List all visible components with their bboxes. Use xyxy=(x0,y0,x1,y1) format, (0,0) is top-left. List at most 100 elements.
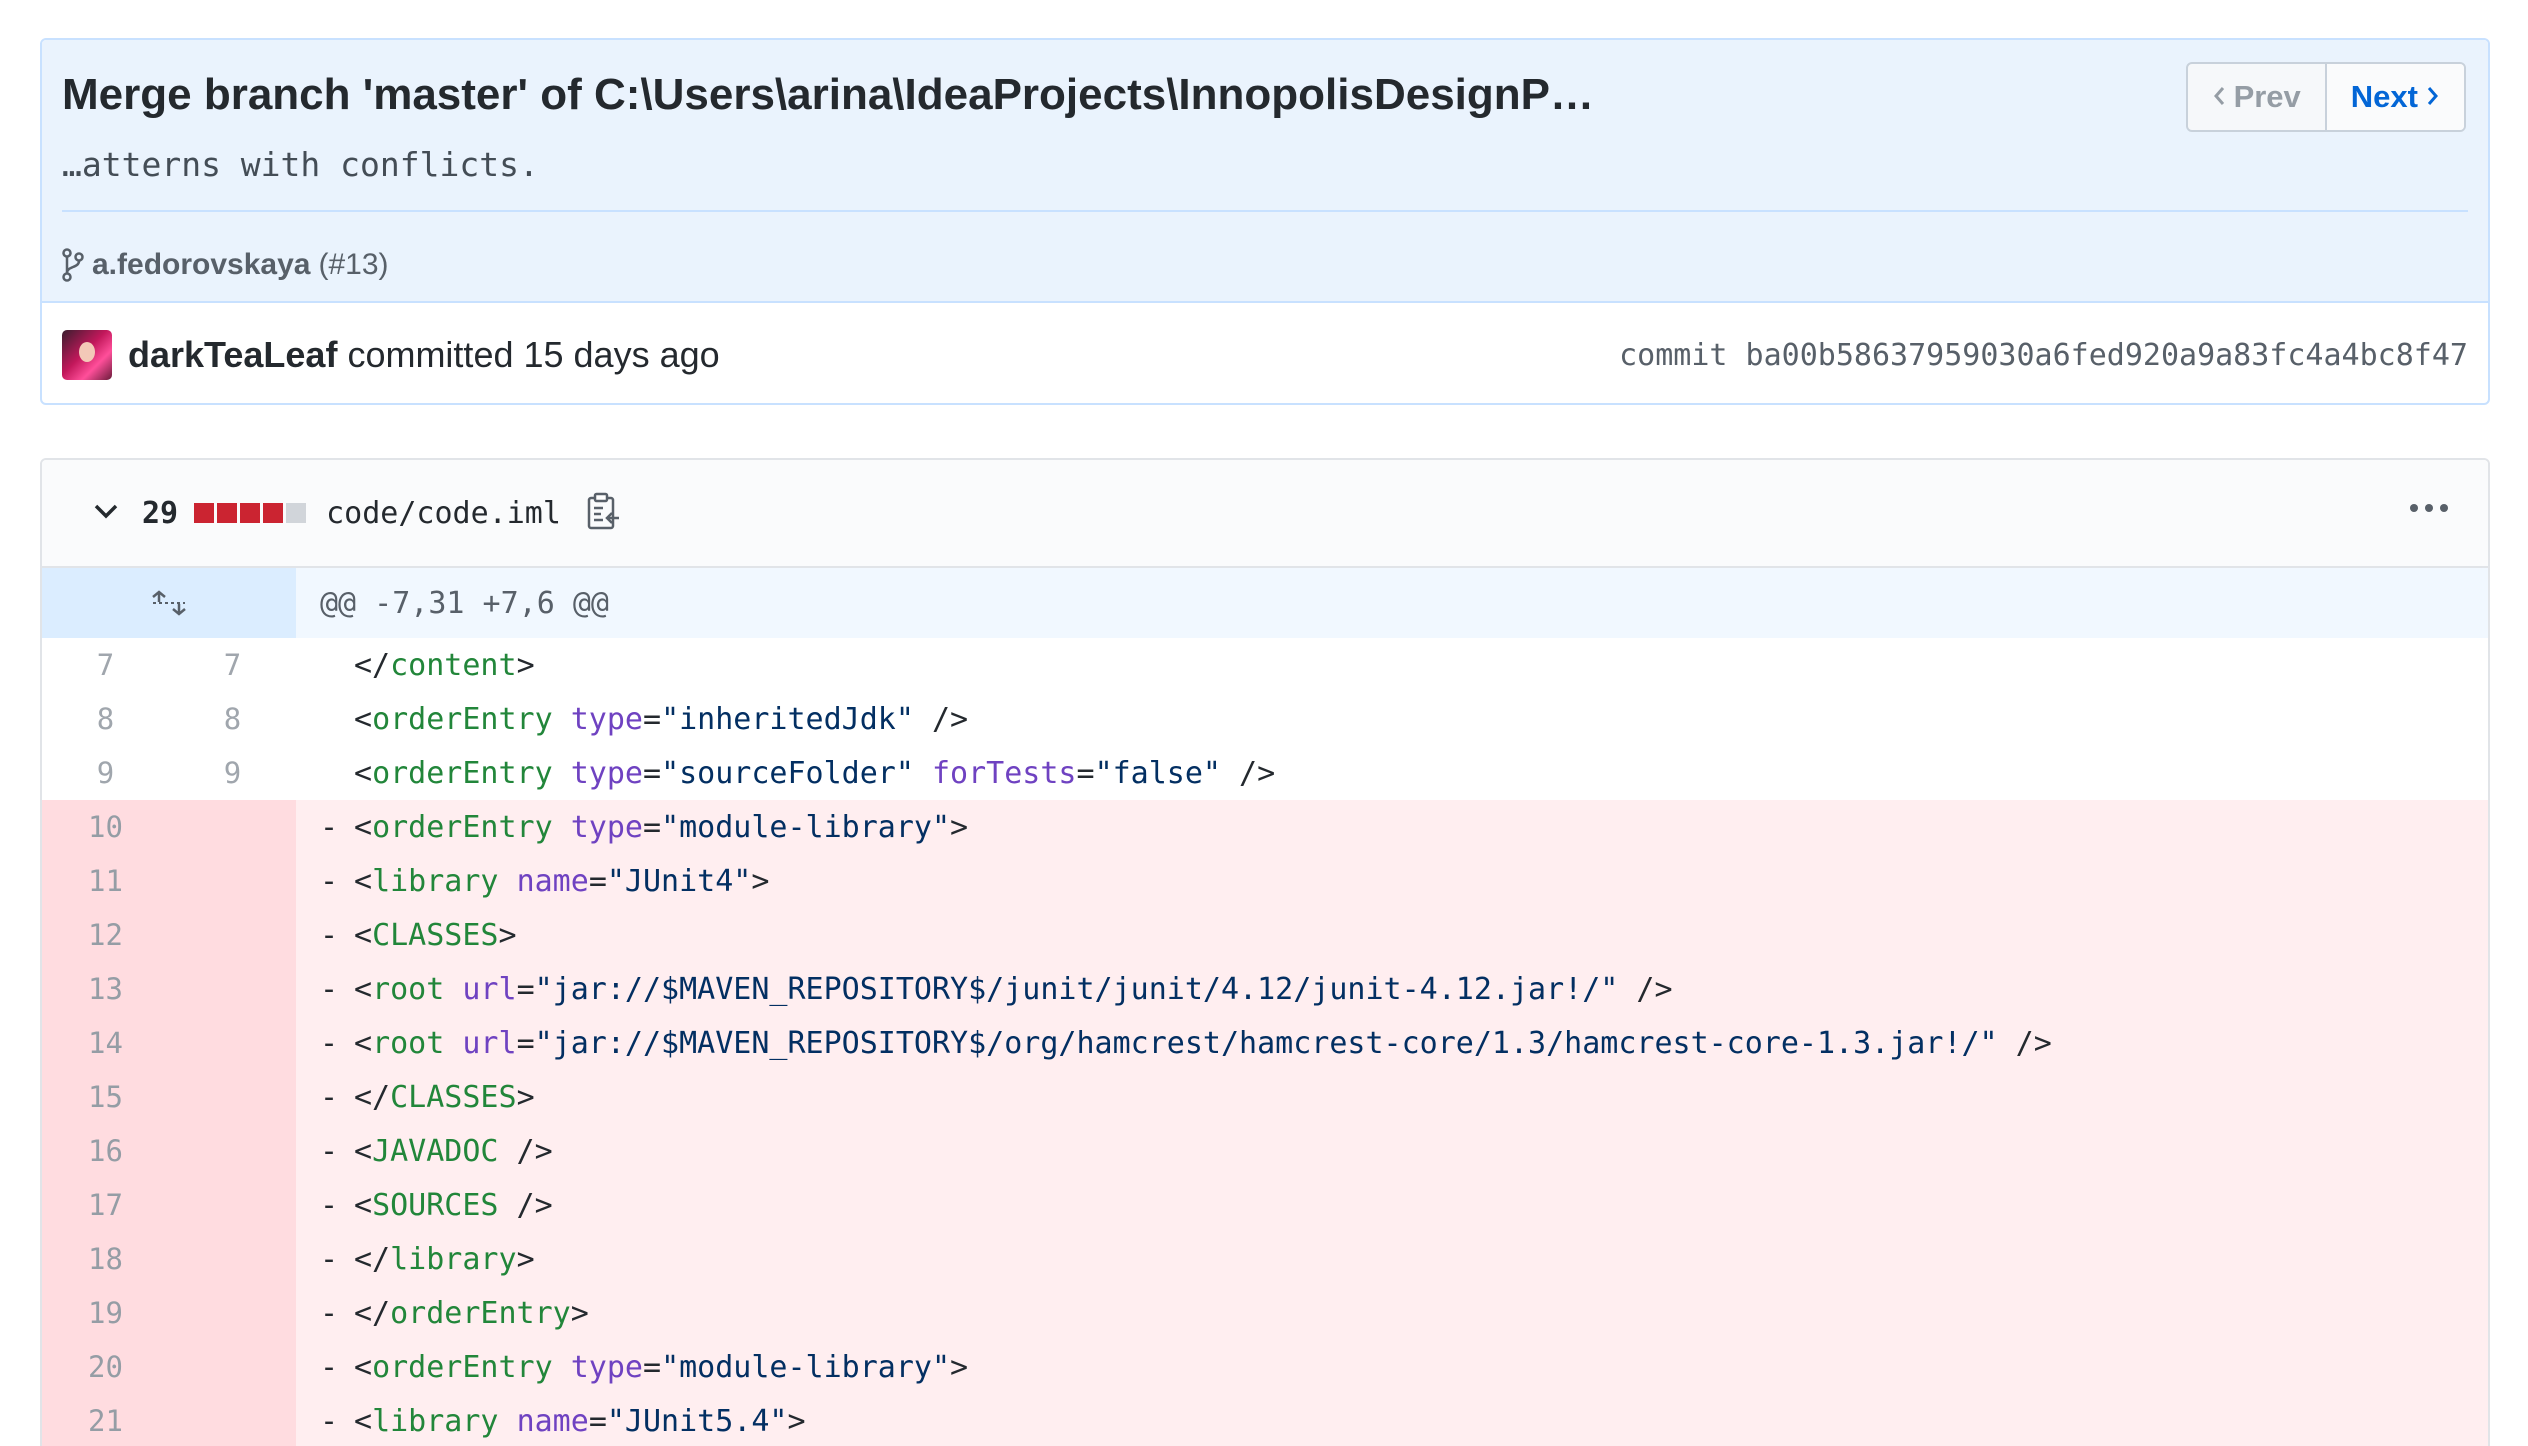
old-line-number[interactable]: 21 xyxy=(42,1394,169,1446)
xml-punctuation: < xyxy=(354,701,373,737)
pull-request-link[interactable]: (#13) xyxy=(318,248,388,282)
old-line-number[interactable]: 7 xyxy=(42,638,169,692)
diff-marker: - xyxy=(320,809,339,845)
old-line-number[interactable]: 18 xyxy=(42,1232,169,1286)
new-line-number[interactable]: 8 xyxy=(169,692,296,746)
committed-time: committed 15 days ago xyxy=(347,334,720,375)
xml-punctuation: < xyxy=(354,971,373,1007)
commit-meta: darkTeaLeaf committed 15 days ago commit… xyxy=(42,305,2488,403)
new-line-number[interactable] xyxy=(169,854,296,908)
branch-link[interactable]: a.fedorovskaya xyxy=(92,248,310,282)
code-line: - </library > xyxy=(296,1232,535,1286)
xml-tag: library xyxy=(390,1241,517,1277)
new-line-number[interactable] xyxy=(169,1286,296,1340)
xml-punctuation: = xyxy=(516,1025,535,1061)
xml-attribute: name xyxy=(516,863,589,899)
code-line: - < CLASSES > xyxy=(296,908,517,962)
new-line-number[interactable] xyxy=(169,1124,296,1178)
clipboard-icon[interactable] xyxy=(585,491,623,536)
xml-string: "false" xyxy=(1094,755,1221,791)
code-line: - < orderEntry type = "module-library" > xyxy=(296,1340,968,1394)
xml-punctuation: < xyxy=(354,809,373,845)
xml-tag: JAVADOC xyxy=(372,1133,499,1169)
divider xyxy=(62,210,2468,212)
next-button[interactable]: Next xyxy=(2326,64,2464,130)
xml-string: "JUnit5.4" xyxy=(606,1403,788,1439)
xml-punctuation: < xyxy=(354,1403,373,1439)
xml-tag: orderEntry xyxy=(372,755,553,791)
author-link[interactable]: darkTeaLeaf xyxy=(128,334,337,376)
diff-marker xyxy=(320,648,354,683)
xml-string: "JUnit4" xyxy=(606,863,752,899)
prev-button[interactable]: Prev xyxy=(2188,64,2327,130)
chevron-down-icon[interactable] xyxy=(90,495,142,532)
expand-icon[interactable] xyxy=(42,568,296,638)
xml-attribute: type xyxy=(570,701,643,737)
old-line-number[interactable]: 15 xyxy=(42,1070,169,1124)
old-line-number[interactable]: 8 xyxy=(42,692,169,746)
commit-pager: Prev Next xyxy=(2185,62,2466,132)
commit-sha: commit ba00b58637959030a6fed920a9a83fc4a… xyxy=(1619,337,2468,373)
xml-tag: orderEntry xyxy=(372,1349,553,1385)
old-line-number[interactable]: 17 xyxy=(42,1178,169,1232)
commit-header-box: Merge branch 'master' of C:\Users\arina\… xyxy=(40,38,2490,405)
xml-punctuation xyxy=(914,756,932,791)
xml-punctuation: = xyxy=(643,701,662,737)
xml-punctuation xyxy=(499,1404,517,1439)
commit-title: Merge branch 'master' of C:\Users\arina\… xyxy=(62,70,1595,119)
xml-attribute: url xyxy=(462,1025,517,1061)
xml-punctuation: = xyxy=(1076,755,1095,791)
new-line-number[interactable]: 7 xyxy=(169,638,296,692)
new-line-number[interactable] xyxy=(169,908,296,962)
commit-title-area: Merge branch 'master' of C:\Users\arina\… xyxy=(42,40,2488,303)
old-line-number[interactable]: 20 xyxy=(42,1340,169,1394)
xml-attribute: url xyxy=(462,971,517,1007)
xml-punctuation: < xyxy=(354,1133,373,1169)
diff-marker: - xyxy=(320,1025,339,1061)
new-line-number[interactable] xyxy=(169,800,296,854)
old-line-number[interactable]: 16 xyxy=(42,1124,169,1178)
diffstat-deletion-block xyxy=(217,503,238,523)
new-line-number[interactable] xyxy=(169,962,296,1016)
new-line-number[interactable]: 9 xyxy=(169,746,296,800)
code-line: - < orderEntry type = "module-library" > xyxy=(296,800,968,854)
old-line-number[interactable]: 11 xyxy=(42,854,169,908)
xml-punctuation: = xyxy=(588,863,607,899)
xml-attribute: name xyxy=(516,1403,589,1439)
code-line: < orderEntry type = "inheritedJdk" /> xyxy=(296,692,968,746)
prev-label: Prev xyxy=(2233,79,2301,114)
file-path[interactable]: code/code.iml xyxy=(326,496,561,531)
xml-attribute: type xyxy=(570,809,643,845)
avatar[interactable] xyxy=(62,330,112,380)
xml-punctuation: < xyxy=(354,1349,373,1385)
xml-punctuation xyxy=(553,756,571,791)
new-line-number[interactable] xyxy=(169,1016,296,1070)
diffstat-deletion-block xyxy=(263,503,284,523)
xml-attribute: type xyxy=(570,1349,643,1385)
xml-punctuation xyxy=(553,702,571,737)
old-line-number[interactable]: 10 xyxy=(42,800,169,854)
new-line-number[interactable] xyxy=(169,1070,296,1124)
new-line-number[interactable] xyxy=(169,1232,296,1286)
new-line-number[interactable] xyxy=(169,1178,296,1232)
new-line-number[interactable] xyxy=(169,1394,296,1446)
code-line: < orderEntry type = "sourceFolder" forTests… xyxy=(296,746,1275,800)
diff-table: @@ -7,31 +7,6 @@ 77 </content >8 8 < orderE… xyxy=(42,568,2488,1446)
commit-description: …atterns with conflicts. xyxy=(62,145,539,184)
code-line: - < root url = "jar://$MAVEN_REPOSITORY$/ju… xyxy=(296,962,1673,1016)
xml-attribute: type xyxy=(570,755,643,791)
xml-punctuation: > xyxy=(751,863,770,899)
xml-punctuation: > xyxy=(498,917,517,953)
diff-change-count: 29 xyxy=(142,495,179,531)
old-line-number[interactable]: 9 xyxy=(42,746,169,800)
old-line-number[interactable]: 13 xyxy=(42,962,169,1016)
old-line-number[interactable]: 12 xyxy=(42,908,169,962)
code-line: - </CLASSES > xyxy=(296,1070,535,1124)
xml-punctuation: = xyxy=(588,1403,607,1439)
diff-marker: - xyxy=(320,1349,339,1385)
xml-punctuation xyxy=(444,1026,462,1061)
old-line-number[interactable]: 19 xyxy=(42,1286,169,1340)
old-line-number[interactable]: 14 xyxy=(42,1016,169,1070)
new-line-number[interactable] xyxy=(169,1340,296,1394)
more-options-icon[interactable] xyxy=(2410,504,2448,512)
